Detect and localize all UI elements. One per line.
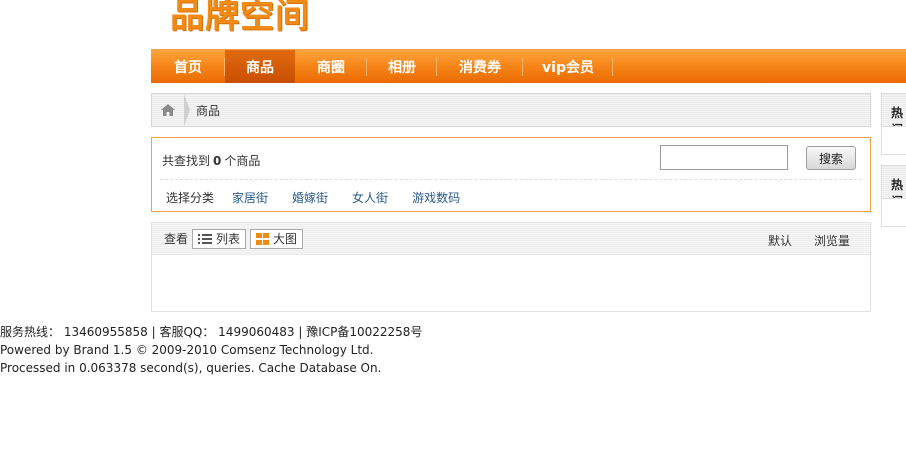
nav-item-products[interactable]: 商品 xyxy=(225,50,295,83)
view-grid-button[interactable]: 大图 xyxy=(250,228,304,249)
divider xyxy=(160,179,862,180)
sidebar-box-hot-2: 热门 xyxy=(881,165,906,199)
breadcrumb: 商品 xyxy=(151,93,871,127)
footer-processed: Processed in 0.063378 second(s), queries… xyxy=(0,361,382,375)
search-input[interactable] xyxy=(660,145,788,170)
list-icon xyxy=(198,233,213,244)
sidebar-title: 热门 xyxy=(891,178,904,198)
search-button[interactable]: 搜索 xyxy=(806,146,856,170)
category-link[interactable]: 婚嫁街 xyxy=(292,189,328,206)
main-nav: 首页 商品 商圈 相册 消费券 vip会员 xyxy=(151,49,906,83)
sidebar-body xyxy=(881,127,906,155)
search-panel: 共查找到 0 个商品 搜索 选择分类 家居街 婚嫁街 女人街 游戏数码 xyxy=(151,137,871,212)
grid-icon xyxy=(256,232,270,245)
sort-options: 默认 浏览量 xyxy=(746,232,850,249)
category-link[interactable]: 游戏数码 xyxy=(412,189,460,206)
nav-item-vip[interactable]: vip会员 xyxy=(523,50,613,83)
category-link[interactable]: 女人街 xyxy=(352,189,388,206)
breadcrumb-current: 商品 xyxy=(196,103,221,118)
result-count: 0 xyxy=(213,154,222,168)
category-link[interactable]: 家居街 xyxy=(232,189,268,206)
category-filter: 选择分类 家居街 婚嫁街 女人街 游戏数码 xyxy=(166,189,484,206)
brand-logo[interactable]: 品牌空间 xyxy=(170,0,340,34)
sort-default[interactable]: 默认 xyxy=(768,232,792,249)
breadcrumb-home[interactable] xyxy=(152,94,190,126)
sidebar-body xyxy=(881,199,906,227)
sidebar-title: 热门 xyxy=(891,106,904,126)
view-list-button[interactable]: 列表 xyxy=(192,228,247,249)
home-icon xyxy=(161,104,175,116)
nav-item-home[interactable]: 首页 xyxy=(151,50,225,83)
footer: 服务热线： 13460955858 | 客服QQ： 1499060483 | 豫… xyxy=(0,323,422,377)
sidebar-box-hot-1: 热门 xyxy=(881,93,906,127)
sort-views[interactable]: 浏览量 xyxy=(814,232,850,249)
category-label: 选择分类 xyxy=(166,191,215,205)
logo-text: 品牌空间 xyxy=(170,0,310,34)
nav-item-circles[interactable]: 商圈 xyxy=(295,50,367,83)
result-summary: 共查找到 0 个商品 xyxy=(162,154,261,168)
footer-powered: Powered by Brand 1.5 © 2009-2010 Comsenz… xyxy=(0,343,374,357)
nav-item-coupons[interactable]: 消费券 xyxy=(437,50,523,83)
nav-item-albums[interactable]: 相册 xyxy=(367,50,437,83)
view-label: 查看 xyxy=(164,232,189,246)
view-toolbar: 查看 列表 大图 默认 浏览量 xyxy=(152,223,870,255)
footer-contact: 服务热线： 13460955858 | 客服QQ： 1499060483 | 豫… xyxy=(0,325,423,339)
product-list-panel: 查看 列表 大图 默认 浏览量 xyxy=(151,222,871,312)
